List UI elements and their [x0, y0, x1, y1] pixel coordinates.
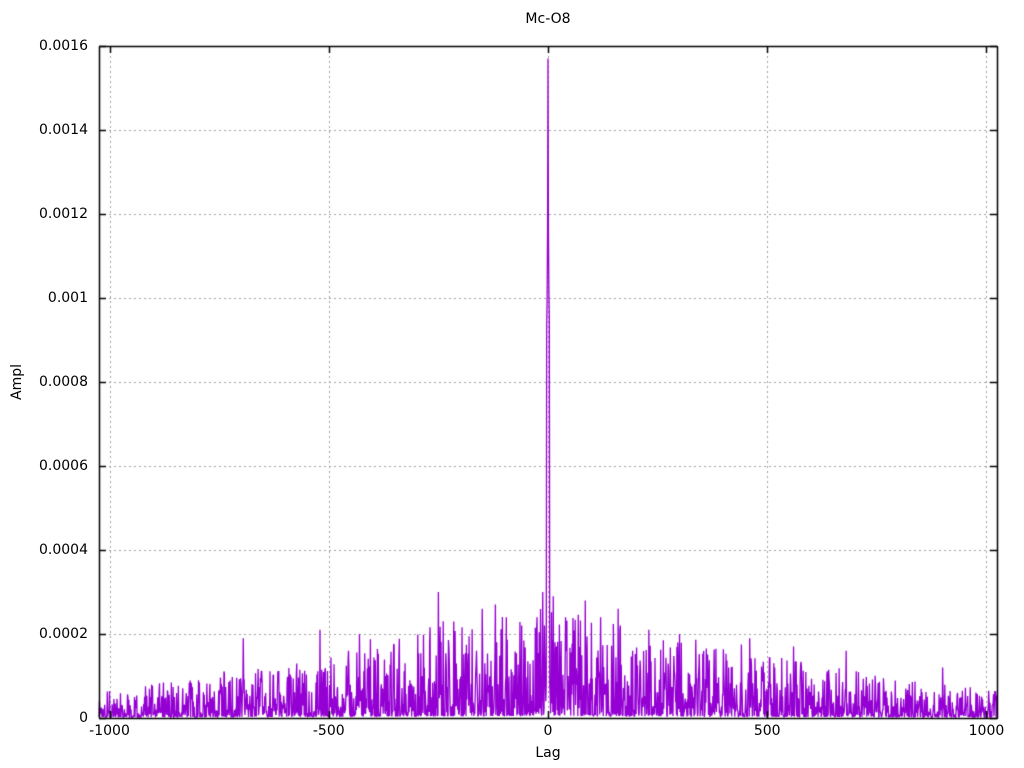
- y-tick-label: 0.001: [47, 290, 88, 306]
- x-axis-title: Lag: [535, 745, 561, 761]
- chart-title: Mc-O8: [525, 11, 571, 27]
- x-tick-label: 0: [543, 723, 553, 739]
- x-tick-label: 500: [753, 723, 781, 739]
- x-tick-label: 1000: [968, 723, 1005, 739]
- plot-area: [0, 0, 1024, 768]
- chart-figure: Mc-O8 Ampl Lag 0 0.0002 0.0004 0.0006 0.0008…: [0, 0, 1024, 768]
- x-tick-label: -500: [312, 723, 345, 739]
- x-tick-label: -1000: [89, 723, 130, 739]
- y-tick-label: 0.0002: [39, 626, 88, 642]
- y-tick-label: 0.0006: [39, 458, 88, 474]
- y-tick-label: 0: [79, 710, 88, 726]
- y-tick-label: 0.0012: [39, 206, 88, 222]
- y-tick-label: 0.0014: [39, 122, 88, 138]
- y-tick-label: 0.0016: [39, 38, 88, 54]
- y-tick-label: 0.0008: [39, 374, 88, 390]
- y-tick-label: 0.0004: [39, 542, 88, 558]
